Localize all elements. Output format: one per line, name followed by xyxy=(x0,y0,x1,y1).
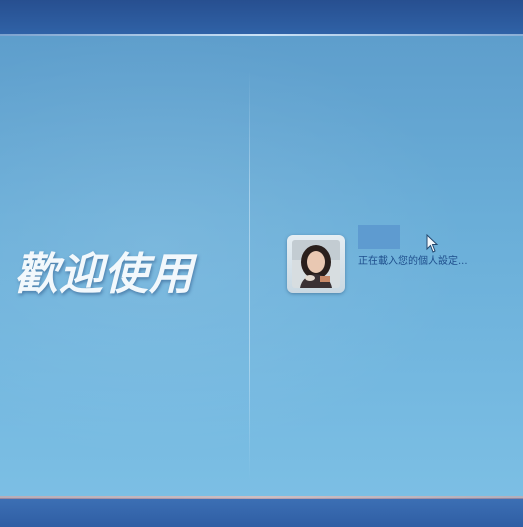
loading-status-text: 正在載入您的個人設定... xyxy=(358,256,468,267)
user-avatar xyxy=(287,235,345,293)
top-band xyxy=(0,0,523,36)
panel-divider xyxy=(249,70,250,480)
username-label xyxy=(358,225,400,249)
bottom-band xyxy=(0,499,523,527)
user-photo-icon xyxy=(292,240,340,288)
mouse-pointer-icon xyxy=(426,234,439,253)
login-screen: 歡迎使用 正在載入您的個人設定... xyxy=(0,0,523,527)
welcome-title: 歡迎使用 xyxy=(14,249,194,300)
